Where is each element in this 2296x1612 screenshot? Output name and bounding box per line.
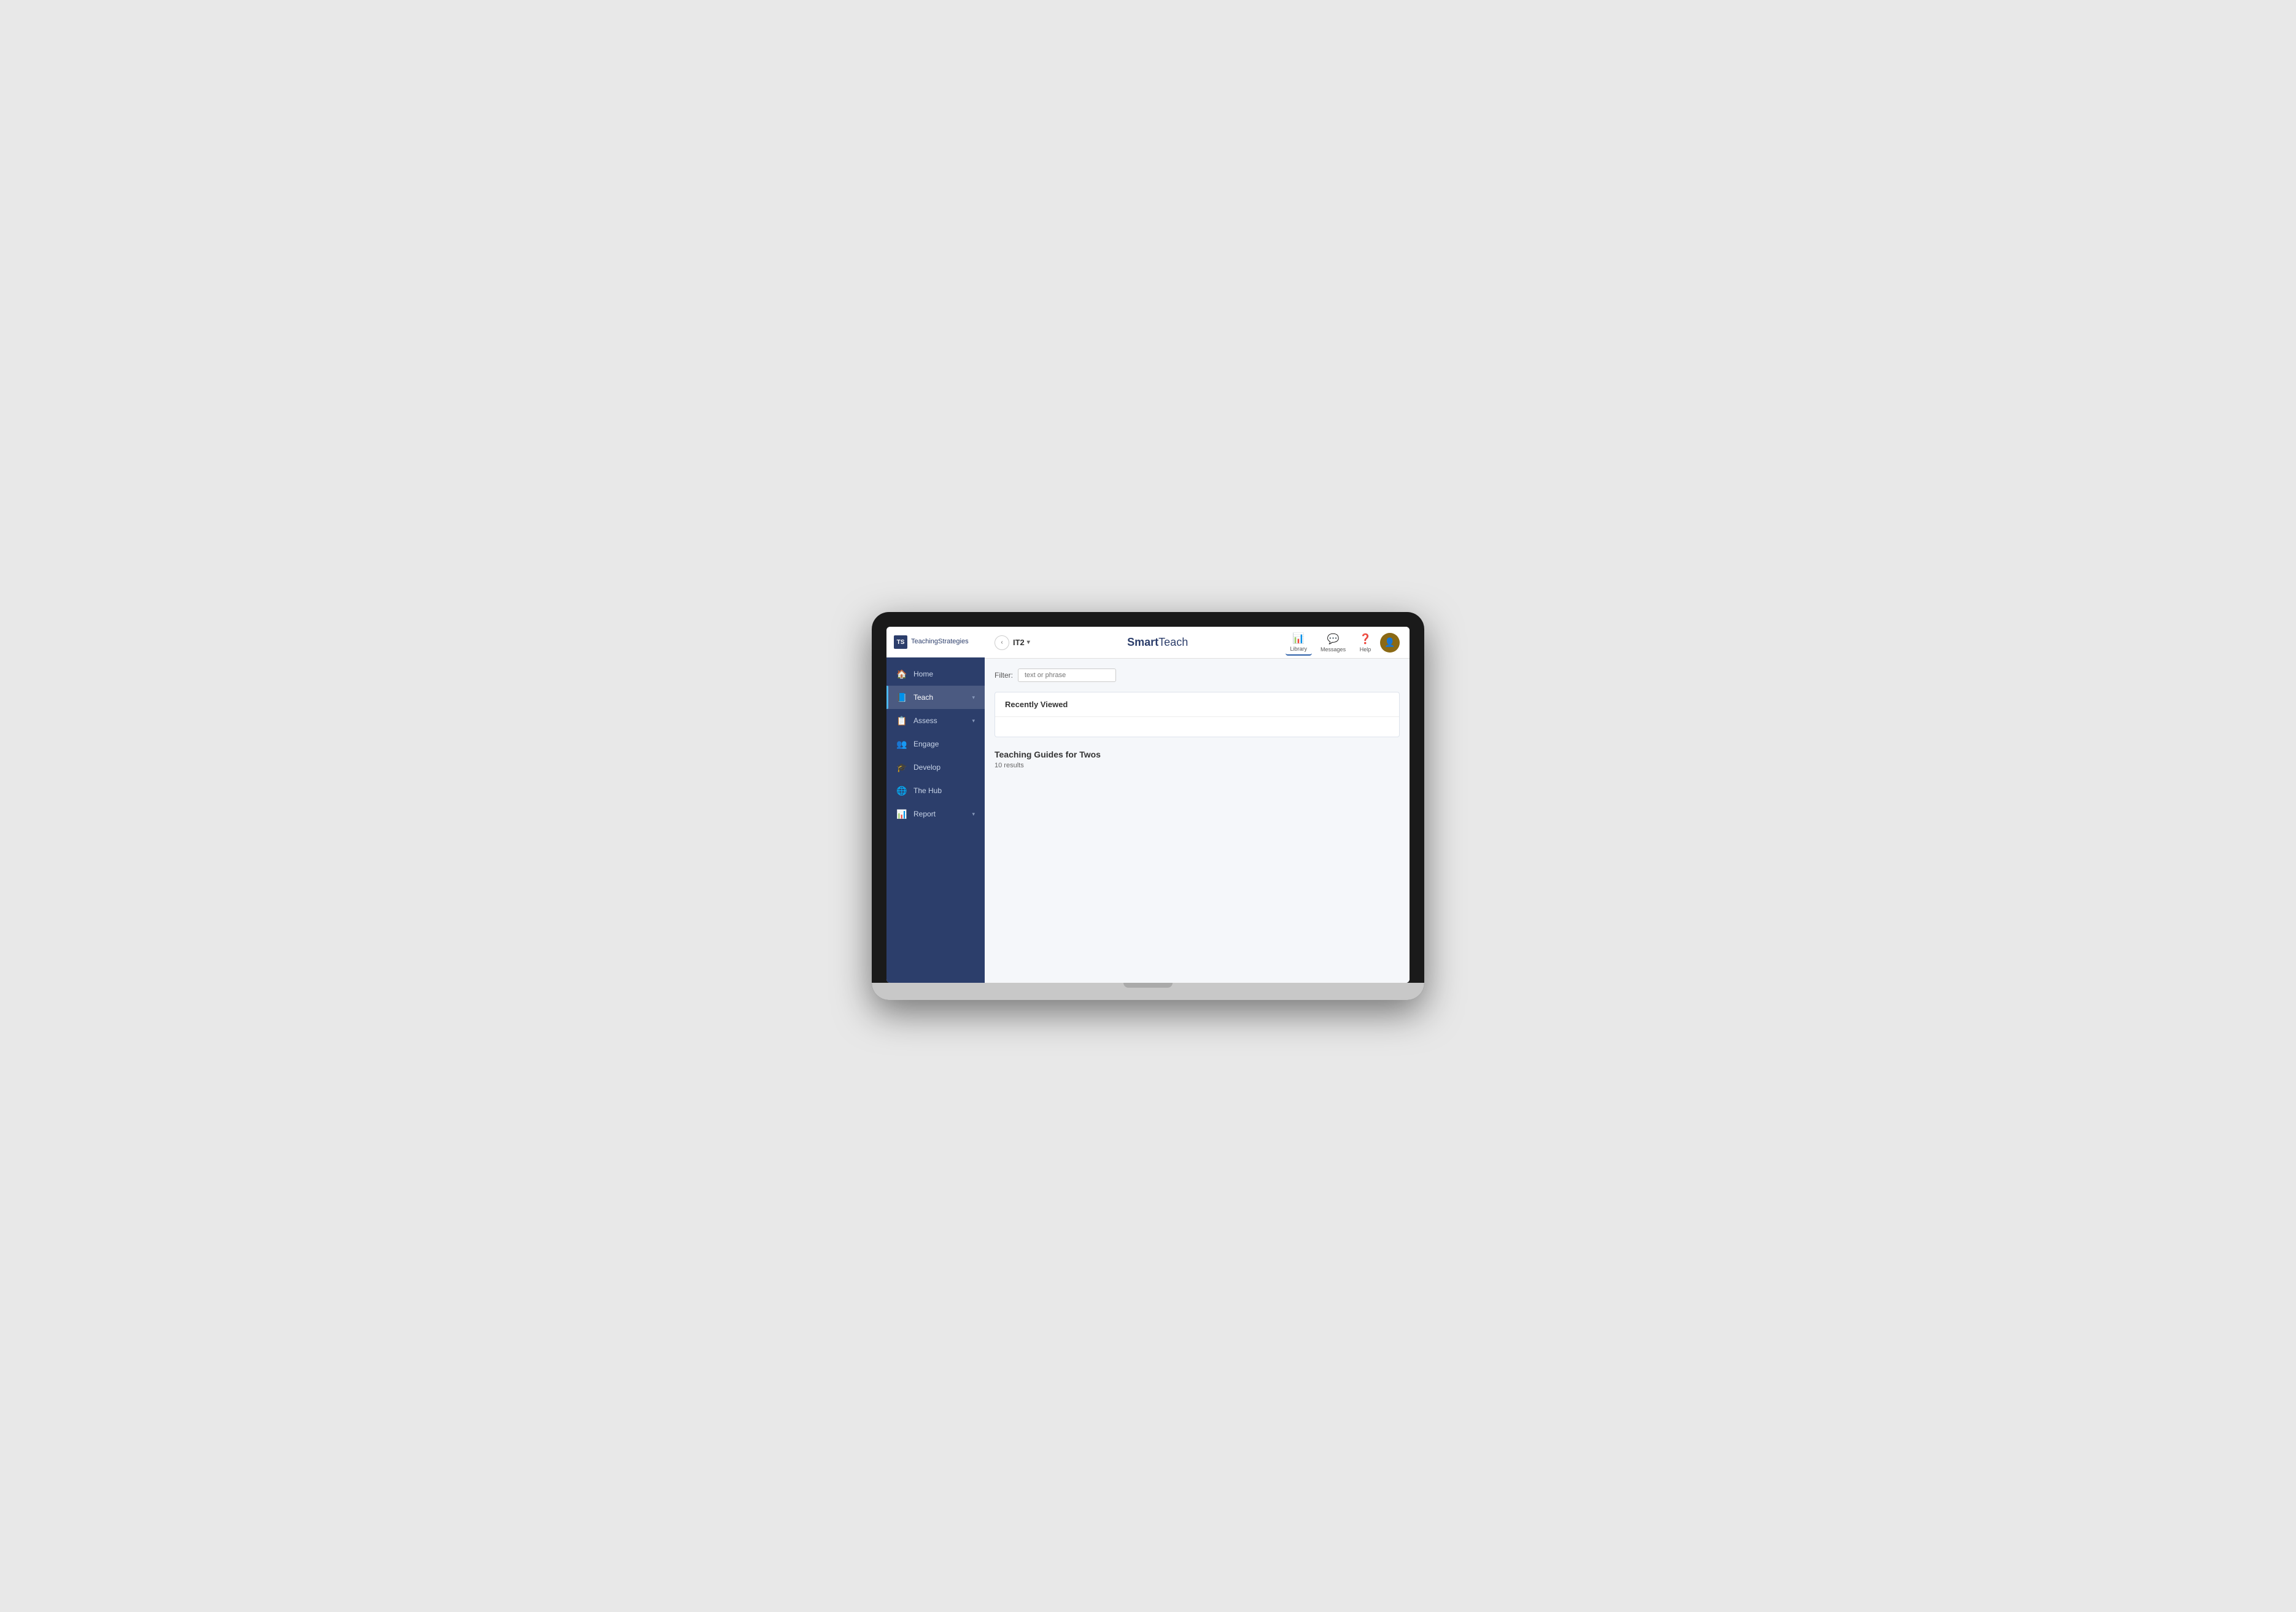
- logo-text: TeachingStrategies: [911, 638, 969, 646]
- brand-logo: SmartTeach: [1127, 636, 1188, 648]
- topbar-left: ‹ IT2 ▾: [995, 635, 1030, 650]
- topbar-actions: 📊 Library 💬 Messages ❓ Help 👤: [1286, 630, 1400, 656]
- nav-label-develop: Develop: [913, 763, 975, 772]
- messages-label: Messages: [1321, 646, 1346, 653]
- org-selector[interactable]: IT2 ▾: [1013, 638, 1030, 647]
- nav-icon-develop: 🎓: [896, 762, 907, 773]
- content-area: Filter: Recently Viewed Teaching Guides …: [985, 659, 1410, 983]
- topbar-action-messages[interactable]: 💬 Messages: [1316, 630, 1351, 655]
- recently-viewed-title: Recently Viewed: [995, 692, 1399, 717]
- sidebar-logo: TS TeachingStrategies: [886, 627, 985, 657]
- help-icon: ❓: [1359, 633, 1371, 645]
- sidebar-item-home[interactable]: 🏠 Home: [886, 662, 985, 686]
- topbar: ‹ IT2 ▾ SmartTeach 📊 Librar: [985, 627, 1410, 659]
- topbar-action-help[interactable]: ❓ Help: [1354, 630, 1376, 655]
- filter-bar: Filter:: [995, 668, 1400, 682]
- topbar-brand: SmartTeach: [1030, 636, 1286, 649]
- filter-input[interactable]: [1018, 668, 1116, 682]
- sidebar-item-teach[interactable]: 📘 Teach ▾: [886, 686, 985, 709]
- logo-icon: TS: [894, 635, 907, 649]
- sidebar-nav: 🏠 Home 📘 Teach ▾ 📋 Assess ▾ 👥 Engage 🎓 D…: [886, 657, 985, 983]
- filter-label: Filter:: [995, 671, 1013, 680]
- nav-icon-hub: 🌐: [896, 785, 907, 796]
- main-content: ‹ IT2 ▾ SmartTeach 📊 Librar: [985, 627, 1410, 983]
- library-icon: 📊: [1292, 632, 1305, 645]
- back-button[interactable]: ‹: [995, 635, 1009, 650]
- teaching-guides-section: Teaching Guides for Twos 10 results: [995, 750, 1400, 777]
- sidebar-item-develop[interactable]: 🎓 Develop: [886, 756, 985, 779]
- nav-icon-assess: 📋: [896, 715, 907, 726]
- logo-bold: Teaching: [911, 638, 938, 645]
- nav-label-assess: Assess: [913, 716, 966, 725]
- nav-icon-engage: 👥: [896, 738, 907, 750]
- messages-icon: 💬: [1327, 633, 1340, 645]
- nav-icon-teach: 📘: [896, 692, 907, 703]
- nav-label-home: Home: [913, 670, 975, 678]
- nav-icon-report: 📊: [896, 808, 907, 820]
- user-avatar[interactable]: 👤: [1380, 633, 1400, 653]
- sidebar-item-engage[interactable]: 👥 Engage: [886, 732, 985, 756]
- teaching-guides-count: 10 results: [995, 762, 1400, 769]
- nav-chevron-assess: ▾: [972, 718, 975, 724]
- app-container: TS TeachingStrategies 🏠 Home 📘 Teach ▾ 📋…: [886, 627, 1410, 983]
- org-name: IT2: [1013, 638, 1025, 647]
- recently-viewed-section: Recently Viewed: [995, 692, 1400, 737]
- laptop-frame: TS TeachingStrategies 🏠 Home 📘 Teach ▾ 📋…: [872, 612, 1424, 1000]
- sidebar-item-report[interactable]: 📊 Report ▾: [886, 802, 985, 826]
- nav-label-engage: Engage: [913, 740, 975, 748]
- nav-label-hub: The Hub: [913, 786, 975, 795]
- library-label: Library: [1290, 646, 1308, 652]
- laptop-base: [872, 983, 1424, 1000]
- nav-icon-home: 🏠: [896, 668, 907, 680]
- nav-chevron-report: ▾: [972, 811, 975, 818]
- laptop-screen: TS TeachingStrategies 🏠 Home 📘 Teach ▾ 📋…: [886, 627, 1410, 983]
- nav-label-teach: Teach: [913, 693, 966, 702]
- nav-label-report: Report: [913, 810, 966, 818]
- teaching-guides-title: Teaching Guides for Twos: [995, 750, 1400, 759]
- recently-viewed-books: [995, 717, 1399, 737]
- help-label: Help: [1360, 646, 1371, 653]
- topbar-action-library[interactable]: 📊 Library: [1286, 630, 1313, 656]
- sidebar: TS TeachingStrategies 🏠 Home 📘 Teach ▾ 📋…: [886, 627, 985, 983]
- brand-teach: Teach: [1158, 636, 1188, 648]
- nav-chevron-teach: ▾: [972, 694, 975, 701]
- logo-light: Strategies: [938, 638, 969, 645]
- sidebar-item-hub[interactable]: 🌐 The Hub: [886, 779, 985, 802]
- brand-smart: Smart: [1127, 636, 1158, 648]
- sidebar-item-assess[interactable]: 📋 Assess ▾: [886, 709, 985, 732]
